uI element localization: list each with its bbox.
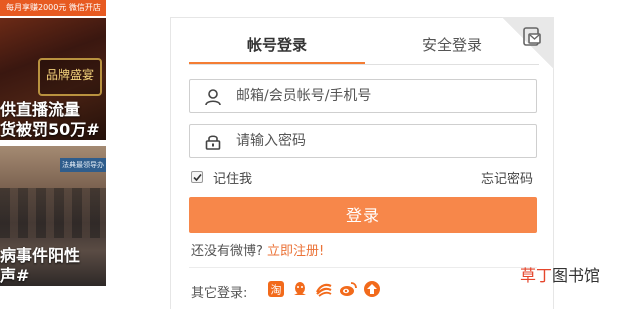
news-caption-line: 货被罚50万# — [0, 120, 100, 139]
login-panel: 帐号登录 安全登录 记住我 忘记密码 登录 还没有微博? 立即注册! — [170, 17, 554, 309]
meeting-photo — [0, 188, 106, 238]
other-login-icon[interactable] — [363, 280, 381, 298]
watermark-part1: 草丁 — [520, 266, 553, 285]
news-thumbnail-2[interactable]: 法典最领导办 病事件阳性 声# — [0, 146, 106, 286]
svg-text:淘: 淘 — [271, 284, 282, 297]
tab-divider — [189, 64, 539, 65]
login-tabs: 帐号登录 安全登录 — [189, 28, 539, 65]
password-input[interactable] — [236, 130, 526, 152]
other-login-label: 其它登录: — [191, 286, 248, 301]
news-thumbnails: 每月享赚2000元 微信开店 品牌盛宴 供直播流量 货被罚50万# 法典最领导办… — [0, 0, 106, 289]
register-question: 还没有微博? — [191, 244, 263, 259]
remember-label: 记住我 — [213, 172, 253, 187]
remember-checkbox[interactable] — [191, 171, 203, 183]
promo-banner[interactable]: 每月享赚2000元 微信开店 — [0, 0, 106, 16]
forgot-password-link[interactable]: 忘记密码 — [481, 168, 533, 187]
register-row: 还没有微博? 立即注册! — [191, 240, 324, 259]
register-link[interactable]: 立即注册! — [267, 244, 324, 259]
tab-account-login[interactable]: 帐号登录 — [189, 28, 365, 65]
news-caption-line: 声# — [0, 266, 30, 285]
username-field[interactable] — [189, 79, 537, 113]
divider — [189, 267, 537, 268]
lock-icon — [205, 135, 221, 150]
brand-logo: 品牌盛宴 — [38, 58, 102, 96]
watermark: 草丁图书馆 — [520, 262, 600, 286]
banner-sign: 法典最领导办 — [60, 158, 106, 172]
password-field[interactable] — [189, 124, 537, 158]
check-icon — [193, 173, 202, 182]
taobao-icon[interactable]: 淘 — [267, 280, 285, 298]
sina-icon[interactable] — [339, 280, 357, 298]
username-input[interactable] — [236, 85, 526, 107]
qq-icon[interactable] — [291, 280, 309, 298]
news-thumbnail-1[interactable]: 品牌盛宴 供直播流量 货被罚50万# — [0, 18, 106, 140]
china-mobile-icon[interactable] — [315, 280, 333, 298]
tab-secure-login[interactable]: 安全登录 — [365, 28, 539, 62]
user-icon — [205, 89, 221, 106]
login-button[interactable]: 登录 — [189, 197, 537, 233]
watermark-part2: 图书馆 — [552, 266, 601, 285]
